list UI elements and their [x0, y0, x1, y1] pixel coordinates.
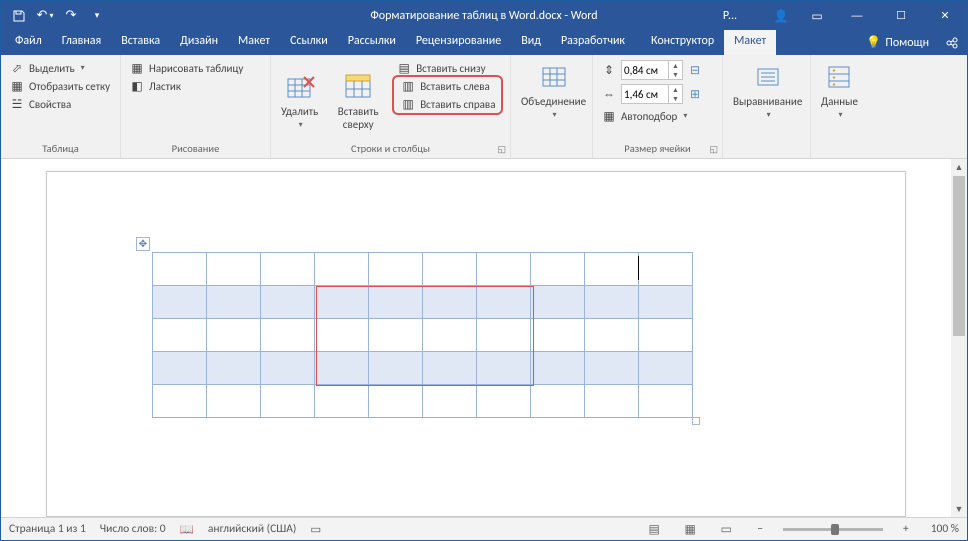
maximize-button[interactable]: ☐ — [879, 1, 923, 30]
insert-left-button[interactable]: ▥Вставить слева — [396, 77, 499, 95]
tab-file[interactable]: Файл — [5, 30, 52, 55]
zoom-in-icon[interactable]: + — [903, 522, 909, 536]
document-table[interactable] — [152, 252, 693, 418]
print-layout-icon[interactable]: ▦ — [679, 520, 701, 538]
merge-button[interactable]: Объединение▾ — [515, 59, 592, 122]
ribbon: ⬀Выделить▾ ▦Отобразить сетку ☱Свойства Т… — [1, 55, 967, 159]
document-area[interactable]: ✥ — [1, 159, 951, 517]
lightbulb-icon: 💡 — [866, 35, 881, 50]
tab-developer[interactable]: Разработчик — [551, 30, 635, 55]
spellcheck-icon[interactable]: 📖 — [180, 522, 194, 537]
tab-mailings[interactable]: Рассылки — [338, 30, 406, 55]
properties-button[interactable]: ☱Свойства — [5, 95, 114, 113]
dialog-launcher-icon[interactable]: ◱ — [709, 144, 718, 155]
close-button[interactable]: ✕ — [923, 1, 967, 30]
ribbon-tabs: Файл Главная Вставка Дизайн Макет Ссылки… — [1, 30, 967, 55]
pencil-table-icon: ▦ — [129, 60, 145, 76]
scroll-thumb[interactable] — [953, 176, 965, 336]
tab-design[interactable]: Дизайн — [170, 30, 228, 55]
zoom-level[interactable]: 100 % — [931, 522, 959, 536]
scroll-down-icon[interactable]: ▼ — [951, 501, 967, 517]
vertical-scrollbar[interactable]: ▲ ▼ — [951, 159, 967, 517]
insert-left-icon: ▥ — [400, 78, 416, 94]
contextual-tab-label: Р... — [723, 9, 737, 23]
table-move-handle[interactable]: ✥ — [136, 237, 150, 251]
col-width-icon: ⇔ — [601, 86, 617, 102]
row-height-input[interactable]: ▲▼ — [621, 60, 683, 80]
autofit-button[interactable]: ▦Автоподбор▾ — [597, 107, 707, 125]
ribbon-display-icon[interactable]: ▭ — [799, 1, 835, 30]
row-height-icon: ⇕ — [601, 62, 617, 78]
data-icon — [823, 61, 855, 93]
properties-icon: ☱ — [9, 96, 25, 112]
web-layout-icon[interactable]: ▭ — [715, 520, 737, 538]
group-table-label: Таблица — [5, 142, 116, 156]
tell-me-label: Помощн — [885, 36, 929, 50]
alignment-button[interactable]: Выравнивание▾ — [727, 59, 808, 122]
undo-icon[interactable]: ↶▾ — [33, 4, 57, 28]
insert-right-icon: ▥ — [400, 96, 416, 112]
qat-customize-icon[interactable]: ▾ — [85, 4, 109, 28]
insert-above-icon — [342, 71, 374, 103]
text-cursor — [638, 256, 639, 280]
col-width-input[interactable]: ▲▼ — [621, 84, 683, 104]
grid-icon: ▦ — [9, 78, 25, 94]
delete-table-icon — [284, 71, 316, 103]
tab-review[interactable]: Рецензирование — [406, 30, 511, 55]
cursor-icon: ⬀ — [9, 60, 25, 76]
row-height: ⇕ ▲▼ ⊟ — [597, 59, 707, 81]
tab-table-layout[interactable]: Макет — [724, 30, 776, 55]
merge-icon — [538, 61, 570, 93]
page[interactable]: ✥ — [46, 171, 906, 517]
tab-home[interactable]: Главная — [52, 30, 111, 55]
tab-references[interactable]: Ссылки — [280, 30, 338, 55]
autofit-icon: ▦ — [601, 108, 617, 124]
delete-button[interactable]: Удалить▾ — [275, 59, 324, 142]
draw-table-button[interactable]: ▦Нарисовать таблицу — [125, 59, 247, 77]
tab-table-design[interactable]: Конструктор — [641, 30, 724, 55]
alignment-icon — [752, 61, 784, 93]
scroll-up-icon[interactable]: ▲ — [951, 159, 967, 175]
distribute-rows-icon[interactable]: ⊟ — [687, 62, 703, 78]
statusbar: Страница 1 из 1 Число слов: 0 📖 английск… — [1, 517, 967, 540]
titlebar: ↶▾ ↷ ▾ Форматирование таблиц в Word.docx… — [1, 1, 967, 30]
macro-icon[interactable]: ▭ — [310, 522, 321, 537]
insert-above-button[interactable]: Вставить сверху — [326, 59, 390, 142]
language-status[interactable]: английский (США) — [208, 522, 296, 536]
data-button[interactable]: Данные▾ — [815, 59, 864, 122]
insert-right-button[interactable]: ▥Вставить справа — [396, 95, 499, 113]
zoom-out-icon[interactable]: − — [757, 522, 763, 536]
select-button[interactable]: ⬀Выделить▾ — [5, 59, 114, 77]
eraser-button[interactable]: ◧Ластик — [125, 77, 247, 95]
tab-insert[interactable]: Вставка — [111, 30, 170, 55]
page-status[interactable]: Страница 1 из 1 — [9, 522, 86, 536]
distribute-cols-icon[interactable]: ⊞ — [687, 86, 703, 102]
word-count[interactable]: Число слов: 0 — [100, 522, 166, 536]
view-gridlines-button[interactable]: ▦Отобразить сетку — [5, 77, 114, 95]
account-icon[interactable]: 👤 — [763, 1, 799, 30]
col-width: ⇔ ▲▼ ⊞ — [597, 83, 707, 105]
group-draw-label: Рисование — [125, 142, 266, 156]
read-mode-icon[interactable]: ▤ — [643, 520, 665, 538]
save-icon[interactable] — [7, 4, 31, 28]
window-title: Форматирование таблиц в Word.docx - Word — [370, 9, 597, 23]
share-button[interactable] — [937, 36, 967, 50]
tab-view[interactable]: Вид — [511, 30, 551, 55]
tutorial-highlight: ▥Вставить слева ▥Вставить справа — [392, 75, 503, 115]
table-resize-handle[interactable] — [692, 417, 700, 425]
group-cell-size-label: Размер ячейки◱ — [597, 142, 718, 156]
group-rows-cols-label: Строки и столбцы◱ — [275, 142, 506, 156]
zoom-slider[interactable] — [783, 528, 883, 531]
redo-icon[interactable]: ↷ — [59, 4, 83, 28]
tell-me[interactable]: 💡 Помощн — [858, 35, 937, 50]
tab-layout[interactable]: Макет — [228, 30, 280, 55]
eraser-icon: ◧ — [129, 78, 145, 94]
minimize-button[interactable]: — — [835, 1, 879, 30]
insert-below-icon: ▤ — [396, 60, 412, 76]
dialog-launcher-icon[interactable]: ◱ — [497, 144, 506, 155]
